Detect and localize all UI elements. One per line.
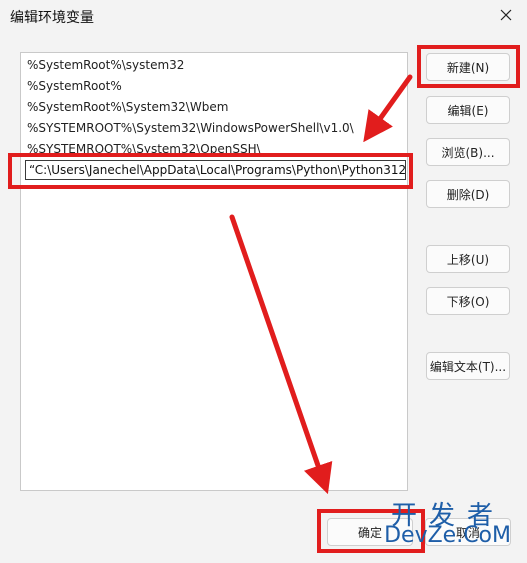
list-item[interactable]: %SystemRoot%\System32\Wbem [21, 97, 407, 118]
dialog-title: 编辑环境变量 [10, 10, 94, 26]
title-bar: 编辑环境变量 [0, 0, 527, 34]
path-list[interactable]: %SystemRoot%\system32 %SystemRoot% %Syst… [20, 52, 408, 491]
close-icon [500, 9, 512, 21]
edit-text-button[interactable]: 编辑文本(T)... [426, 352, 510, 380]
move-down-button[interactable]: 下移(O) [426, 287, 510, 315]
edit-button[interactable]: 编辑(E) [426, 96, 510, 124]
list-item[interactable]: %SystemRoot% [21, 76, 407, 97]
move-up-button[interactable]: 上移(U) [426, 245, 510, 273]
list-item[interactable]: %SYSTEMROOT%\System32\WindowsPowerShell\… [21, 118, 407, 139]
close-button[interactable] [491, 1, 521, 29]
list-item[interactable]: %SYSTEMROOT%\System32\OpenSSH\ [21, 139, 407, 160]
new-button[interactable]: 新建(N) [426, 53, 510, 81]
cancel-button[interactable]: 取消 [425, 518, 511, 546]
delete-button[interactable]: 删除(D) [426, 180, 510, 208]
list-item[interactable]: %SystemRoot%\system32 [21, 55, 407, 76]
path-edit-field[interactable]: “C:\Users\Janechel\AppData\Local\Program… [25, 160, 406, 180]
edit-environment-variable-dialog: 编辑环境变量 %SystemRoot%\system32 %SystemRoot… [0, 0, 527, 563]
ok-button[interactable]: 确定 [327, 518, 413, 546]
browse-button[interactable]: 浏览(B)... [426, 138, 510, 166]
